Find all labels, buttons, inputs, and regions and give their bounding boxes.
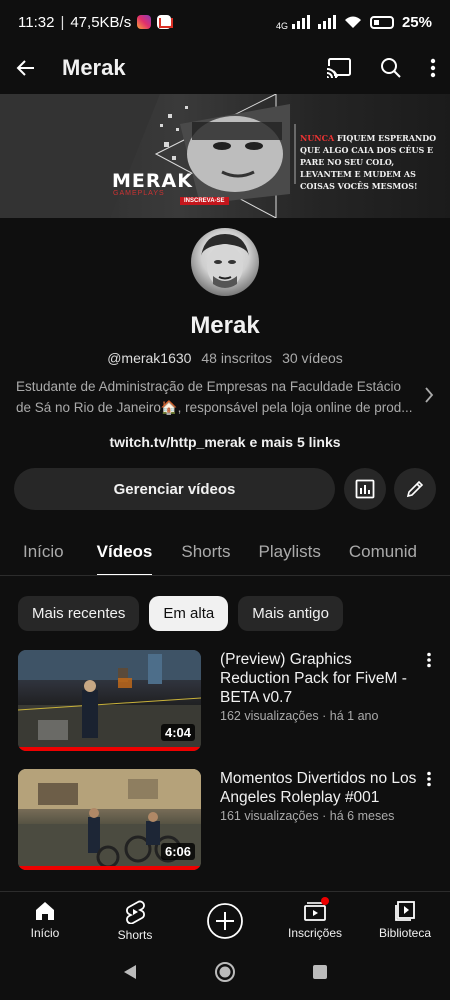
nav-library[interactable]: Biblioteca (360, 892, 450, 949)
video-duration: 4:04 (160, 724, 195, 741)
gmail-notification-icon (157, 15, 174, 29)
system-recents-icon[interactable] (312, 964, 328, 985)
bottom-navigation: Início Shorts Inscrições Biblioteca (0, 891, 450, 949)
analytics-button[interactable] (344, 468, 386, 510)
analytics-icon (355, 479, 375, 499)
tab-comunidade[interactable]: Comunid (348, 528, 417, 575)
chip-most-recent[interactable]: Mais recentes (18, 596, 140, 631)
channel-tabs: Início Vídeos Shorts Playlists Comunid (0, 528, 450, 576)
status-separator: | (60, 13, 65, 31)
page-title: Merak (62, 55, 126, 80)
wifi-icon (344, 16, 361, 28)
tab-inicio[interactable]: Início (23, 528, 64, 575)
nav-label: Biblioteca (378, 926, 432, 940)
tab-shorts[interactable]: Shorts (181, 528, 231, 575)
manage-videos-button[interactable]: Gerenciar vídeos (14, 468, 335, 510)
nav-label: Inscrições (287, 926, 343, 940)
banner-quote-emphasis: NUNCA (300, 133, 335, 143)
nav-subscriptions[interactable]: Inscrições (270, 892, 360, 949)
home-icon (36, 902, 54, 920)
nav-shorts[interactable]: Shorts (90, 892, 180, 949)
nav-home[interactable]: Início (0, 892, 90, 949)
tab-label: Shorts (181, 542, 231, 561)
tab-label: Início (23, 542, 64, 561)
channel-name: Merak (190, 312, 260, 339)
video-meta: 161 visualizações · há 6 meses (220, 809, 395, 823)
chip-popular[interactable]: Em alta (149, 596, 229, 631)
tab-label: Vídeos (96, 542, 153, 561)
channel-links[interactable]: twitch.tv/http_merak e mais 5 links (0, 434, 450, 450)
banner-subscribe-cta: INSCREVA-SE (180, 197, 229, 205)
sort-chips: Mais recentes Em alta Mais antigo (18, 596, 343, 631)
channel-handle: @merak1630 (107, 350, 192, 366)
tab-label: Playlists (258, 542, 321, 561)
channel-description[interactable]: Estudante de Administração de Empresas n… (16, 376, 416, 418)
more-vert-icon[interactable] (430, 58, 436, 78)
system-home-icon[interactable] (214, 961, 236, 988)
nav-label: Shorts (117, 928, 153, 942)
nav-create[interactable] (180, 892, 270, 949)
video-duration: 6:06 (160, 843, 195, 860)
video-meta: 162 visualizações · há 1 ano (220, 709, 379, 723)
chevron-right-icon[interactable] (424, 386, 434, 409)
banner-brand: MERAK (112, 170, 193, 192)
signal-icon-2 (317, 15, 336, 29)
video-thumbnail[interactable]: 4:04 (18, 650, 201, 751)
channel-meta: @merak1630 48 inscritos 30 vídeos (0, 350, 450, 366)
back-arrow-icon[interactable] (14, 56, 38, 80)
channel-banner: MERAK GAMEPLAYS INSCREVA-SE NUNCA FIQUEM… (0, 94, 450, 218)
video-title[interactable]: (Preview) Graphics Reduction Pack for Fi… (220, 650, 420, 707)
video-title[interactable]: Momentos Divertidos no Los Angeles Rolep… (220, 769, 420, 807)
avatar[interactable] (191, 228, 259, 296)
cast-icon[interactable] (326, 57, 352, 79)
battery-level: 25% (401, 13, 432, 31)
signal-icon (291, 15, 310, 29)
edit-channel-button[interactable] (394, 468, 436, 510)
system-navigation (0, 949, 450, 1000)
nav-label: Início (30, 926, 60, 940)
tab-playlists[interactable]: Playlists (258, 528, 321, 575)
banner-quote: NUNCA FIQUEM ESPERANDO QUE ALGO CAIA DOS… (300, 132, 448, 192)
subscriber-count: 48 inscritos (201, 350, 273, 366)
tab-label: Comunid (348, 542, 417, 561)
watch-progress-bar (18, 747, 201, 751)
instagram-notification-icon (137, 15, 152, 29)
more-vert-icon[interactable] (426, 652, 432, 673)
tab-videos[interactable]: Vídeos (96, 528, 153, 575)
create-plus-icon (207, 902, 243, 939)
banner-brand-sub: GAMEPLAYS (113, 190, 165, 197)
avatar-portrait (201, 234, 249, 288)
more-vert-icon[interactable] (426, 771, 432, 792)
library-icon (395, 901, 415, 921)
watch-progress-bar (18, 866, 201, 870)
status-speed: 47,5KB/s (70, 13, 132, 31)
pencil-icon (406, 480, 424, 498)
notification-dot (321, 897, 329, 905)
video-count: 30 vídeos (282, 350, 343, 366)
system-back-icon[interactable] (122, 964, 138, 985)
app-bar: Merak (0, 44, 450, 92)
shorts-icon (126, 900, 145, 924)
chip-oldest[interactable]: Mais antigo (238, 596, 343, 631)
status-bar: 11:32 | 47,5KB/s 4G 25% (0, 0, 450, 44)
status-time: 11:32 (18, 13, 55, 31)
search-icon[interactable] (380, 57, 402, 79)
battery-icon (369, 15, 394, 29)
network-type: 4G (275, 21, 288, 31)
video-thumbnail[interactable]: 6:06 (18, 769, 201, 870)
